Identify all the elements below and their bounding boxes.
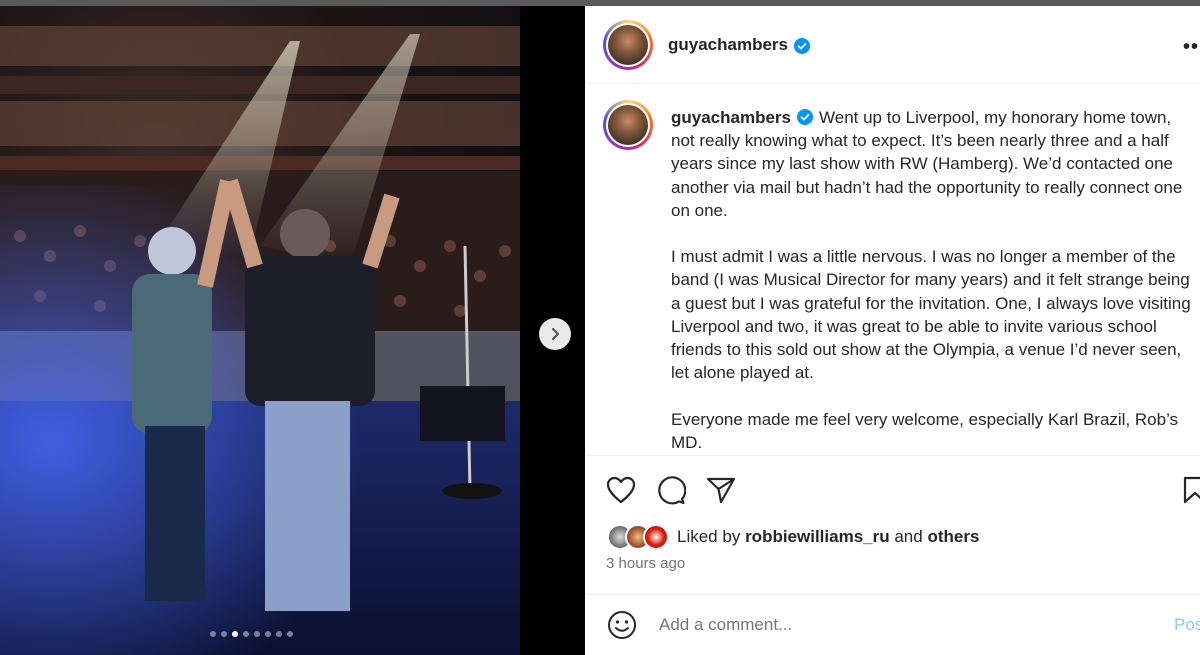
post-panel: guyachambers •• guyachambers Went up to L… [585,6,1200,655]
divider [585,455,1200,456]
carousel-dot [254,631,260,637]
comment-input[interactable] [657,614,1121,636]
chevron-right-icon [551,327,560,341]
bookmark-icon [1183,476,1200,504]
ellipsis-icon[interactable]: •• [1183,36,1199,59]
post-caption: guyachambers Went up to Liverpool, my hon… [671,106,1191,454]
post-header: guyachambers •• [585,6,1200,84]
action-bar [605,474,737,506]
post-timestamp[interactable]: 3 hours ago [606,555,685,572]
next-image-button[interactable] [539,318,571,350]
likes-user[interactable]: robbiewilliams_ru [745,527,890,547]
verified-badge-icon [794,37,810,54]
carousel-dot [265,631,271,637]
concert-photo-drawing [0,26,520,655]
like-button[interactable] [605,474,637,506]
avatar[interactable] [603,20,653,70]
carousel-dot [287,631,293,637]
likes-prefix: Liked by [677,527,741,546]
caption-paragraph: Everyone made me feel very welcome, espe… [671,409,1179,452]
send-icon [706,477,736,504]
carousel-dots [210,631,293,637]
concert-photo [0,6,520,655]
carousel-dot [221,631,227,637]
divider [585,594,1200,595]
carousel-dot [243,631,249,637]
post-media[interactable] [0,6,585,655]
comment-bar [607,610,1121,640]
save-button[interactable] [1183,476,1200,509]
carousel-dot [210,631,216,637]
carousel-dot-active [232,631,238,637]
caption-paragraph: I must admit I was a little nervous. I w… [671,247,1191,383]
verified-badge-icon [797,109,813,125]
liker-avatar[interactable] [643,524,669,550]
avatar-image [608,105,648,145]
caption-paragraph: guyachambers Went up to Liverpool, my hon… [671,106,1191,222]
post-comment-button[interactable]: Post [1174,615,1200,635]
header-username[interactable]: guyachambers [668,35,810,55]
heart-icon [606,476,636,504]
caption-avatar[interactable] [603,100,653,150]
likes-summary: Liked by robbiewilliams_ru and others [607,524,979,550]
share-button[interactable] [705,474,737,506]
carousel-dot [276,631,282,637]
avatar-image [608,25,648,65]
caption-username[interactable]: guyachambers [671,108,791,127]
likes-others[interactable]: others [927,527,979,547]
comment-button[interactable] [655,474,687,506]
comment-icon [658,476,686,505]
smiley-icon[interactable] [607,610,637,640]
likes-and: and [894,527,923,546]
